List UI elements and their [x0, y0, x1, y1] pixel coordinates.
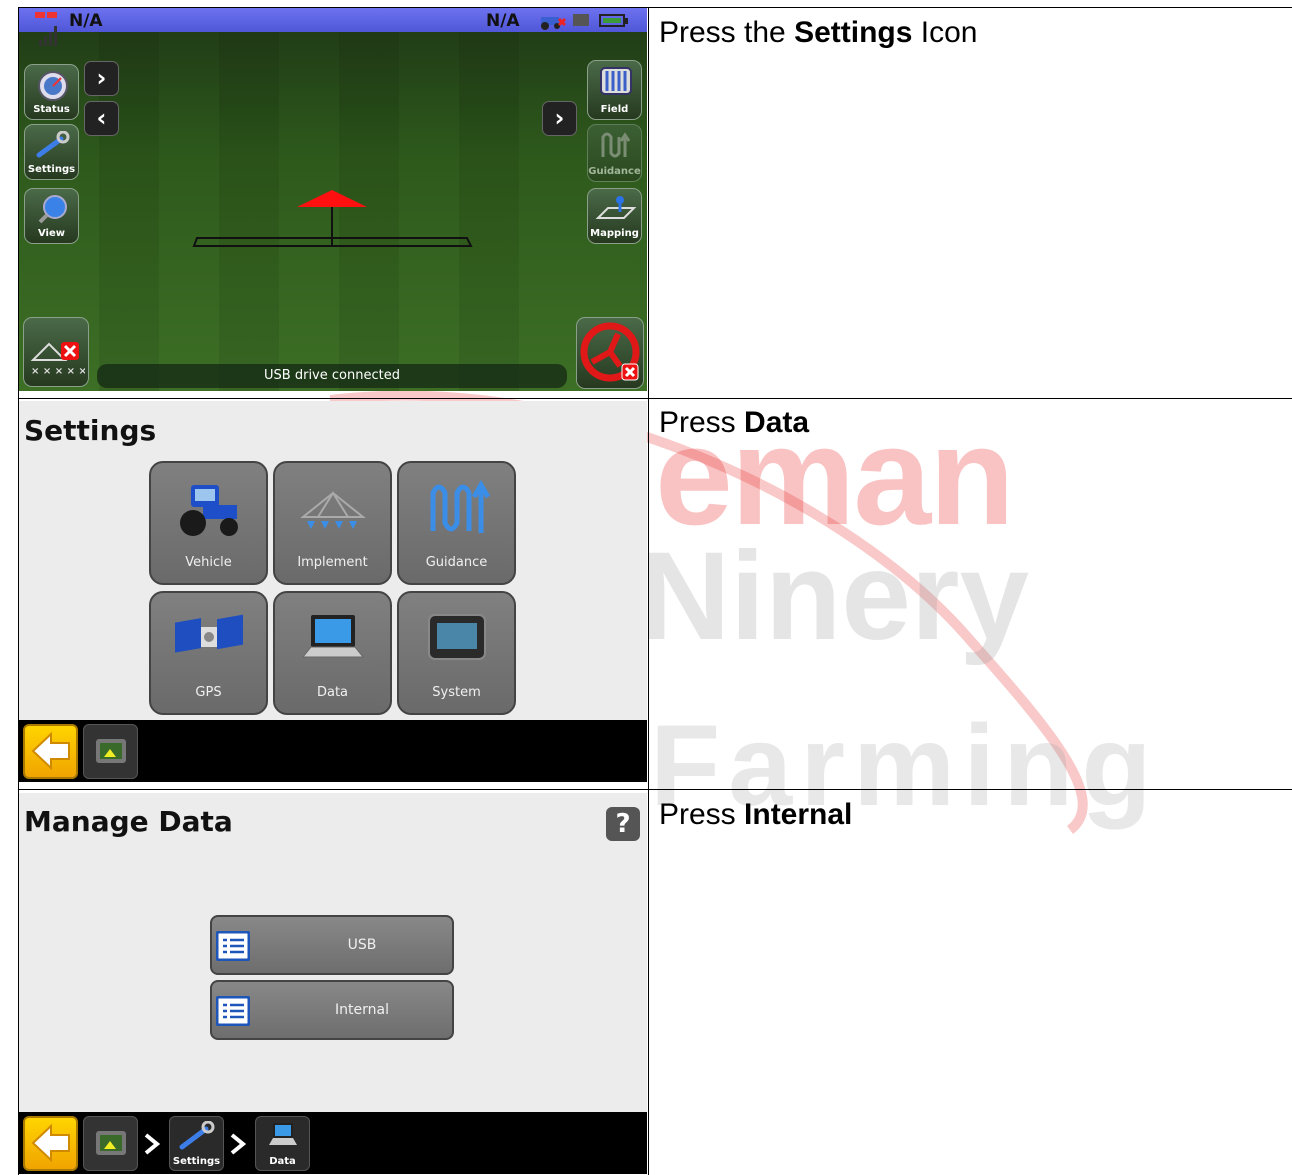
implement-tile[interactable]: Implement	[273, 461, 392, 585]
display-icon	[573, 14, 589, 26]
back-button[interactable]	[23, 1116, 78, 1171]
data-tile[interactable]: Data	[273, 591, 392, 715]
magnifier-icon	[38, 195, 67, 224]
table-column-divider	[648, 7, 649, 1175]
wrench-icon	[36, 131, 70, 158]
status-right-text: N/A	[486, 11, 520, 31]
breadcrumb-separator-icon	[230, 1133, 247, 1155]
autosteer-button[interactable]	[576, 317, 644, 389]
usb-button[interactable]: USB	[210, 915, 454, 975]
list-icon	[216, 996, 250, 1026]
instruction-row-2: Press Data	[659, 406, 810, 439]
settings-screen: Settings Vehicle Implement Guidance GPS	[19, 401, 647, 782]
display-unit-icon	[428, 614, 486, 660]
bottom-nav-bar: Settings Data	[19, 1112, 647, 1174]
help-button[interactable]: ?	[606, 807, 640, 841]
nav-forward-button[interactable]: ›	[84, 61, 119, 96]
svg-text:× × × × ×: × × × × ×	[31, 366, 85, 376]
steering-wheel-off-icon	[580, 322, 640, 382]
tractor-status-icon	[541, 17, 567, 30]
table-border-left	[18, 7, 19, 1175]
home-button[interactable]	[83, 724, 138, 779]
mapping-button[interactable]: Mapping	[587, 188, 642, 244]
internal-button[interactable]: Internal	[210, 980, 454, 1040]
guidance-button[interactable]: Guidance	[587, 124, 642, 182]
guidance-tile[interactable]: Guidance	[397, 461, 516, 585]
vehicle-tile[interactable]: Vehicle	[149, 461, 268, 585]
guidance-icon	[601, 132, 631, 158]
breadcrumb-separator-icon	[144, 1133, 161, 1155]
satellite-signal-icon	[35, 12, 57, 46]
bottom-nav-bar	[19, 720, 647, 782]
usb-status-message: USB drive connected	[97, 364, 567, 388]
instruction-row-3: Press Internal	[659, 798, 853, 831]
field-button[interactable]: Field	[587, 60, 642, 120]
implement-off-icon: × × × × ×	[30, 342, 85, 376]
battery-icon	[599, 14, 628, 27]
back-button[interactable]	[23, 724, 78, 779]
breadcrumb-data[interactable]: Data	[255, 1116, 310, 1171]
settings-button[interactable]: Settings	[24, 124, 79, 180]
back-arrow-icon	[31, 731, 70, 771]
view-button[interactable]: View	[24, 188, 79, 244]
system-tile[interactable]: System	[397, 591, 516, 715]
list-icon	[216, 931, 250, 961]
breadcrumb-settings[interactable]: Settings	[169, 1116, 224, 1171]
mapping-icon	[595, 196, 637, 219]
laptop-icon	[269, 1123, 297, 1145]
table-row-divider-2	[18, 789, 1292, 790]
implement-status-button[interactable]: × × × × ×	[23, 317, 89, 387]
vehicle-boom-graphic	[192, 190, 473, 247]
page-title: Settings	[24, 414, 157, 447]
home-screen-icon	[96, 739, 126, 763]
gps-tile[interactable]: GPS	[149, 591, 268, 715]
speedometer-icon	[38, 71, 68, 101]
guidance-icon	[430, 480, 491, 533]
nav-back-button[interactable]: ‹	[84, 101, 119, 136]
table-border-top	[18, 7, 1292, 8]
field-icon	[600, 67, 632, 95]
laptop-icon	[301, 615, 365, 658]
manage-data-screen: Manage Data ? USB Internal Settings Data	[19, 793, 647, 1174]
field-view-screen: N/A N/A Status Settings View › ‹ › Field…	[19, 8, 647, 391]
status-left-text: N/A	[69, 11, 103, 31]
watermark-ninery: Ninery	[640, 527, 1030, 666]
implement-icon	[300, 491, 366, 529]
instruction-row-1: Press the Settings Icon	[659, 16, 978, 49]
tractor-icon	[180, 485, 238, 536]
home-button[interactable]	[83, 1116, 138, 1171]
home-screen-icon	[96, 1131, 126, 1155]
wrench-icon	[179, 1121, 215, 1150]
nav-forward-right-button[interactable]: ›	[542, 101, 577, 136]
table-row-divider-1	[18, 398, 1292, 399]
page-title: Manage Data	[24, 805, 233, 838]
status-button[interactable]: Status	[24, 64, 79, 120]
satellite-icon	[175, 614, 243, 653]
back-arrow-icon	[31, 1123, 70, 1163]
